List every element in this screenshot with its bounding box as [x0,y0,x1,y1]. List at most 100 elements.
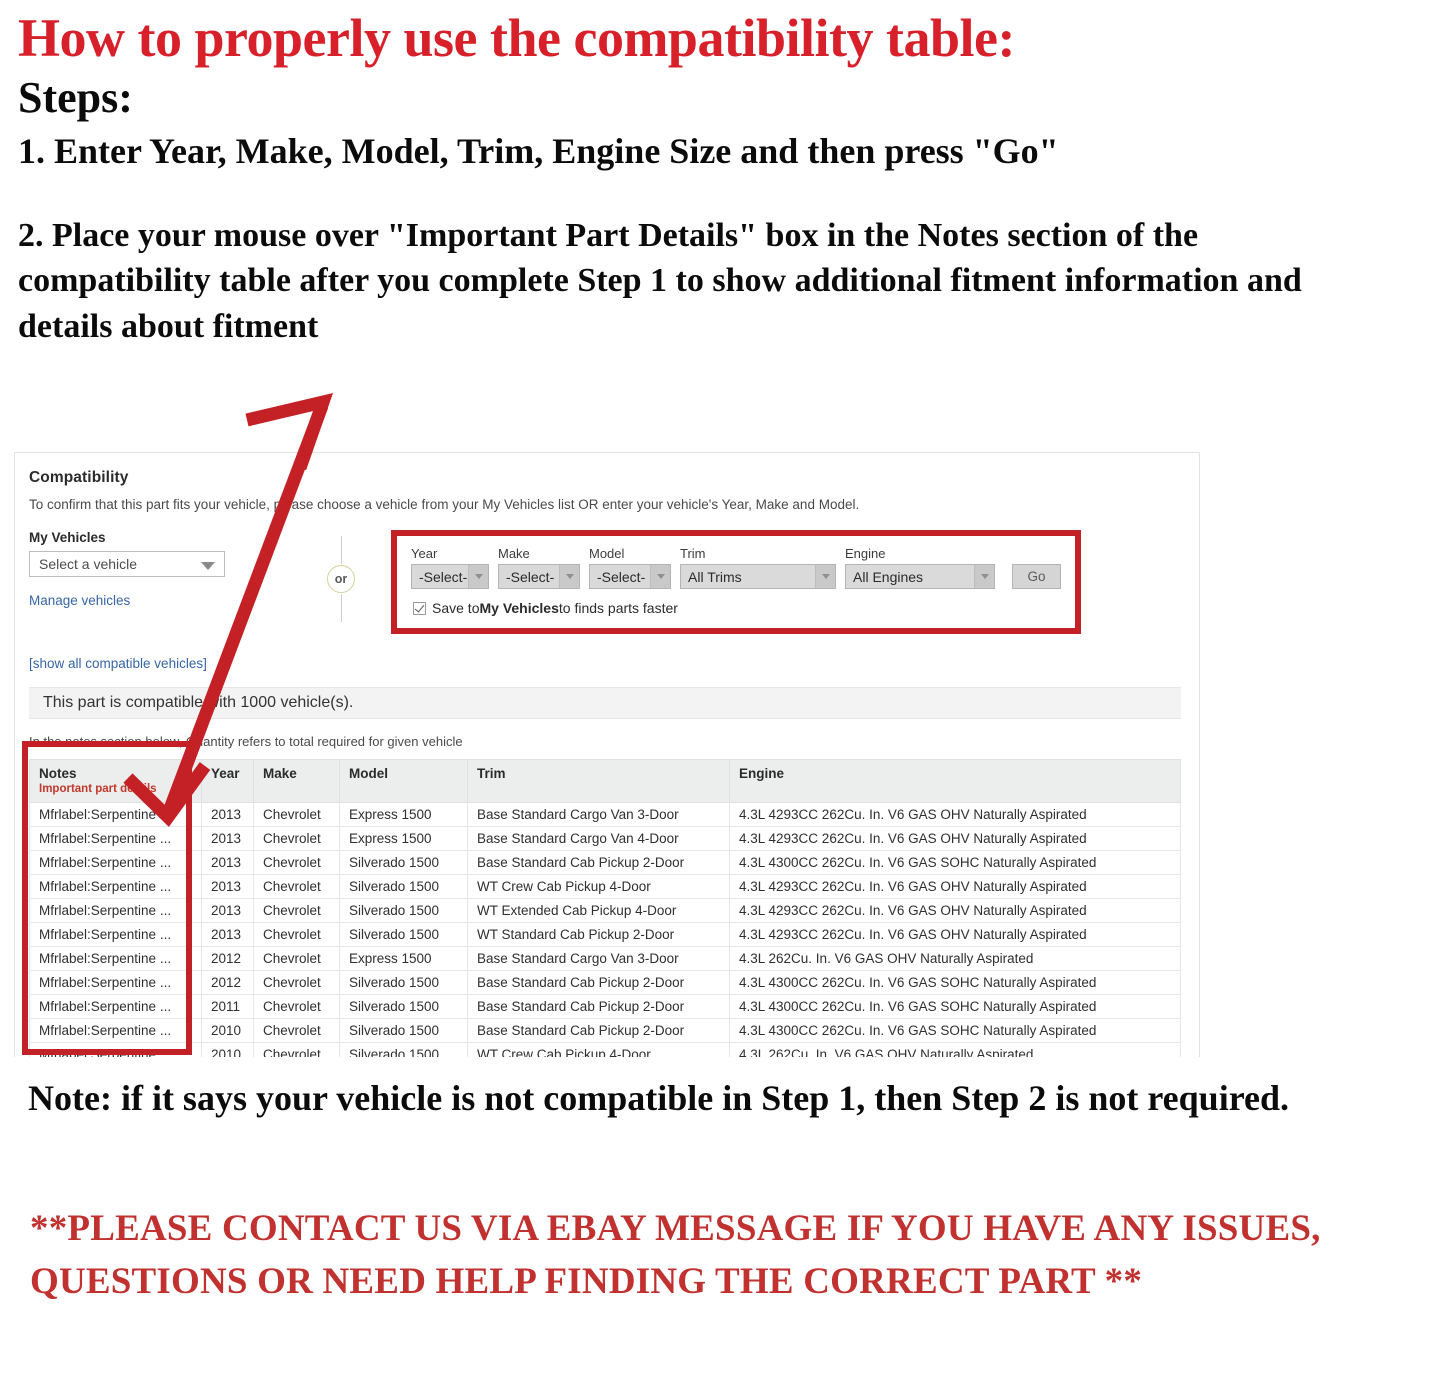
trim-label: Trim [680,546,706,561]
cell-trim: Base Standard Cargo Van 4-Door [467,826,730,851]
cell-engine: 4.3L 4293CC 262Cu. In. V6 GAS OHV Natura… [729,826,1181,851]
table-row: Mfrlabel:Serpentine ... 2012 Chevrolet Silv… [29,970,1181,995]
model-select-value: -Select- [597,568,646,585]
cell-make: Chevrolet [253,946,340,971]
trim-select-value: All Trims [688,568,742,585]
step-one-text: 1. Enter Year, Make, Model, Trim, Engine… [18,130,1059,171]
table-header-row: Notes Important part details Year Make M… [29,759,1181,803]
engine-field: Engine All Engines [845,546,995,589]
cell-year: 2013 [201,826,254,851]
model-select[interactable]: -Select- [589,564,671,589]
cell-make: Chevrolet [253,922,340,947]
cell-notes[interactable]: Mfrlabel:Serpentine ... [29,898,202,923]
cell-model: Silverado 1500 [339,1042,468,1057]
cell-notes[interactable]: Mfrlabel:Serpentine ... [29,922,202,947]
make-select[interactable]: -Select- [498,564,580,589]
column-header-trim: Trim [467,759,730,803]
steps-label: Steps: [18,72,133,122]
cell-model: Silverado 1500 [339,1018,468,1043]
column-header-year: Year [201,759,254,803]
table-row: Mfrlabel:Serpentine ... 2013 Chevrolet Silv… [29,874,1181,899]
cell-year: 2013 [201,898,254,923]
cell-make: Chevrolet [253,850,340,875]
cell-make: Chevrolet [253,826,340,851]
cell-notes[interactable]: Mfrlabel:Serpentine ... [29,850,202,875]
compatibility-count-banner: This part is compatible with 1000 vehicl… [29,687,1181,719]
cell-model: Silverado 1500 [339,970,468,995]
cell-model: Silverado 1500 [339,874,468,899]
table-row: Mfrlabel:Serpentine ... 2011 Chevrolet Silv… [29,994,1181,1019]
cell-model: Silverado 1500 [339,898,468,923]
column-header-make: Make [253,759,340,803]
cell-trim: Base Standard Cab Pickup 2-Door [467,850,730,875]
picker-fields-row: Year -Select- Make -Select- Model -Selec… [411,546,1061,589]
cell-year: 2013 [201,922,254,947]
cell-notes[interactable]: Mfrlabel:Serpentine ... [29,994,202,1019]
cell-notes[interactable]: Mfrlabel:Serpentine ... [29,946,202,971]
table-row: Mfrlabel:Serpentine ... 2013 Chevrolet Silv… [29,898,1181,923]
cell-notes[interactable]: Mfrlabel:Serpentine ... [29,802,202,827]
cell-model: Express 1500 [339,826,468,851]
my-vehicles-select-value: Select a vehicle [39,556,138,572]
cell-engine: 4.3L 4293CC 262Cu. In. V6 GAS OHV Natura… [729,922,1181,947]
cell-year: 2010 [201,1042,254,1057]
cell-engine: 4.3L 4293CC 262Cu. In. V6 GAS OHV Natura… [729,874,1181,899]
page-title: How to properly use the compatibility ta… [18,8,1015,68]
cell-engine: 4.3L 4300CC 262Cu. In. V6 GAS SOHC Natur… [729,850,1181,875]
engine-select[interactable]: All Engines [845,564,995,589]
cell-engine: 4.3L 4300CC 262Cu. In. V6 GAS SOHC Natur… [729,994,1181,1019]
cell-notes[interactable]: Mfrlabel:Serpentine ... [29,826,202,851]
compatibility-heading: Compatibility [29,469,129,486]
cell-make: Chevrolet [253,1042,340,1057]
cell-year: 2012 [201,946,254,971]
cell-engine: 4.3L 4293CC 262Cu. In. V6 GAS OHV Natura… [729,898,1181,923]
cell-model: Silverado 1500 [339,994,468,1019]
cell-make: Chevrolet [253,994,340,1019]
cell-make: Chevrolet [253,970,340,995]
year-field: Year -Select- [411,546,489,589]
quantity-note: In the notes section below, Quantity ref… [29,734,463,749]
instructions-block: How to properly use the compatibility ta… [0,0,1445,349]
save-to-my-vehicles-row[interactable]: Save to My Vehicles to finds parts faste… [413,600,1061,616]
cell-make: Chevrolet [253,802,340,827]
contact-us-text: **PLEASE CONTACT US VIA EBAY MESSAGE IF … [30,1208,1321,1302]
my-vehicles-label: My Vehicles [29,530,106,545]
trim-select[interactable]: All Trims [680,564,836,589]
go-button[interactable]: Go [1012,564,1061,589]
table-row: Mfrlabel:Serpentine ... 2010 Chevrolet Silv… [29,1018,1181,1043]
save-prefix-text: Save to [432,600,480,616]
cell-notes[interactable]: Mfrlabel:Serpentine ... [29,970,202,995]
show-all-compatible-vehicles-link[interactable]: [show all compatible vehicles] [29,656,1181,671]
cell-engine: 4.3L 262Cu. In. V6 GAS OHV Naturally Asp… [729,1042,1181,1057]
cell-model: Express 1500 [339,802,468,827]
cell-notes[interactable]: Mfrlabel:Serpentine ... [29,1042,202,1057]
my-vehicles-select[interactable]: Select a vehicle [29,551,225,577]
save-vehicle-checkbox[interactable] [413,601,426,615]
step-two-text: 2. Place your mouse over "Important Part… [18,217,1302,345]
table-row: Mfrlabel:Serpentine ... 2012 Chevrolet Expr… [29,946,1181,971]
cell-trim: Base Standard Cargo Van 3-Door [467,802,730,827]
year-select[interactable]: -Select- [411,564,489,589]
my-vehicles-column: My Vehicles Select a vehicle Manage vehi… [29,530,291,608]
cell-notes[interactable]: Mfrlabel:Serpentine ... [29,1018,202,1043]
cell-notes[interactable]: Mfrlabel:Serpentine ... [29,874,202,899]
cell-model: Silverado 1500 [339,922,468,947]
chevron-down-icon [974,565,994,588]
year-select-value: -Select- [419,568,468,585]
trim-field: Trim All Trims [680,546,836,589]
table-row: Mfrlabel:Serpentine ... 2013 Chevrolet Silv… [29,850,1181,875]
table-row: Mfrlabel:Serpentine ... 2013 Chevrolet Expr… [29,802,1181,827]
year-label: Year [411,546,438,561]
cell-make: Chevrolet [253,874,340,899]
save-suffix-text: to finds parts faster [558,600,678,616]
fitment-table-body: Mfrlabel:Serpentine ... 2013 Chevrolet Expr… [29,802,1181,1057]
or-line-bottom [340,594,342,622]
column-header-model: Model [339,759,468,803]
cell-make: Chevrolet [253,898,340,923]
vehicle-picker-row: My Vehicles Select a vehicle Manage vehi… [29,530,1181,634]
manage-vehicles-link[interactable]: Manage vehicles [29,593,291,608]
model-label: Model [589,546,625,561]
cell-year: 2011 [201,994,254,1019]
chevron-down-icon [201,562,215,570]
table-row: Mfrlabel:Serpentine ... 2010 Chevrolet Silv… [29,1042,1181,1057]
